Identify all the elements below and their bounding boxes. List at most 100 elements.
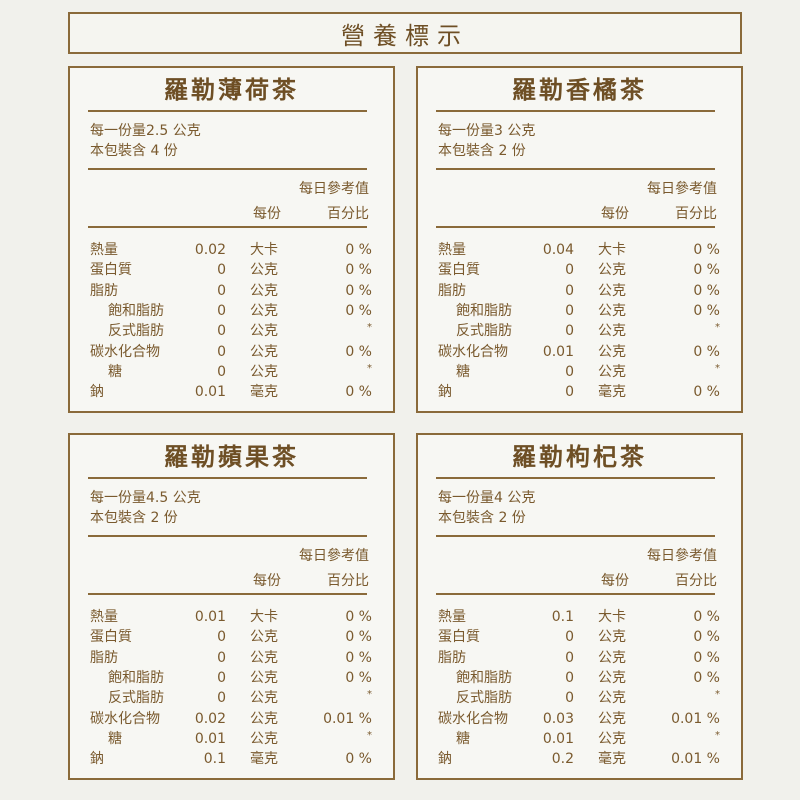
nutrient-name: 熱量 [438,609,466,625]
nutrient-row: 糖 0.01 公克 * [438,729,720,749]
nutrient-row: 反式脂肪 0 公克 * [438,688,720,708]
nutrient-name: 蛋白質 [90,629,132,646]
servings-per-package: 本包裝含 4 份 [90,143,178,159]
servings-per-package: 本包裝含 2 份 [438,510,526,526]
nutrient-unit: 公克 [598,302,626,319]
nutrient-unit: 公克 [250,710,278,727]
nutrient-amount: 0 [565,669,574,686]
nutrient-row: 反式脂肪 0 公克 * [438,321,720,341]
nutrient-amount: 0 [217,282,226,299]
nutrient-daily-percent: * [367,362,372,374]
nutrient-amount: 0 [565,282,574,299]
nutrient-unit: 公克 [598,690,626,707]
nutrient-name: 反式脂肪 [108,323,164,340]
nutrient-row: 脂肪 0 公克 0 % [438,648,720,668]
product-name: 羅勒蘋果茶 [164,443,299,471]
nutrient-unit: 大卡 [250,242,278,258]
nutrient-name: 鈉 [438,384,452,401]
divider [436,477,715,479]
nutrient-name: 熱量 [90,609,118,625]
nutrient-unit: 公克 [598,323,626,340]
nutrient-unit: 公克 [598,730,626,747]
nutrient-name: 熱量 [90,242,118,258]
nutrient-amount: 0.01 [542,343,574,360]
nutrient-daily-percent: 0 % [693,629,720,646]
nutrient-unit: 公克 [598,710,626,727]
nutrition-panel: 羅勒薄荷茶 每一份量2.5 公克 本包裝含 4 份每日參考值 每份 百分比 熱量 0.02 大… [68,66,395,413]
nutrient-amount: 0 [565,262,574,279]
nutrient-row: 反式脂肪 0 公克 * [90,321,372,341]
nutrient-amount: 0.01 [542,730,574,747]
nutrient-amount: 0.02 [194,242,226,258]
nutrient-unit: 公克 [250,730,278,747]
nutrient-unit: 公克 [598,649,626,666]
nutrient-unit: 公克 [598,669,626,686]
nutrient-daily-percent: 0 % [345,262,372,279]
nutrient-daily-percent: 0 % [345,629,372,646]
nutrient-row: 鈉 0 毫克 0 % [438,382,720,402]
nutrient-amount: 0 [217,302,226,319]
nutrient-amount: 0.2 [551,751,574,768]
nutrient-name: 反式脂肪 [456,323,512,340]
serving-size: 每一份量3 公克 [438,123,536,139]
divider [88,477,367,479]
nutrient-daily-percent: 0 % [345,282,372,299]
nutrient-name: 脂肪 [90,282,118,299]
nutrient-amount: 0.02 [194,710,226,727]
per-serving-header: 每份 [253,206,281,222]
nutrient-unit: 公克 [250,649,278,666]
nutrient-daily-percent: * [367,729,372,741]
nutrient-daily-percent: * [715,362,720,374]
percent-header: 百分比 [675,206,717,222]
nutrient-row: 熱量 0.01 大卡 0 % [90,607,372,627]
nutrient-row: 熱量 0.04 大卡 0 % [438,240,720,260]
nutrient-unit: 公克 [250,629,278,646]
page-title: 營養標示 [68,12,742,54]
nutrient-daily-percent: 0 % [693,282,720,299]
nutrient-name: 碳水化合物 [90,710,160,727]
nutrient-amount: 0 [565,690,574,707]
nutrient-row: 脂肪 0 公克 0 % [90,648,372,668]
nutrient-daily-percent: 0 % [693,384,720,401]
nutrient-unit: 公克 [598,363,626,380]
divider [88,226,367,228]
nutrient-name: 鈉 [90,384,104,401]
nutrient-row: 反式脂肪 0 公克 * [90,688,372,708]
nutrient-amount: 0 [217,629,226,646]
product-name: 羅勒薄荷茶 [164,76,299,104]
nutrient-name: 碳水化合物 [438,710,508,727]
nutrient-daily-percent: 0 % [345,242,372,258]
nutrient-name: 飽和脂肪 [456,669,512,686]
nutrient-name: 飽和脂肪 [108,669,164,686]
nutrient-row: 飽和脂肪 0 公克 0 % [438,301,720,321]
per-serving-header: 每份 [601,206,629,222]
nutrient-unit: 大卡 [598,609,626,625]
nutrient-daily-percent: 0 % [693,302,720,319]
nutrient-daily-percent: 0 % [693,669,720,686]
nutrient-row: 糖 0 公克 * [438,362,720,382]
nutrient-amount: 0 [217,669,226,686]
nutrient-daily-percent: 0 % [693,343,720,360]
nutrient-name: 反式脂肪 [456,690,512,707]
nutrient-row: 蛋白質 0 公克 0 % [438,260,720,280]
nutrient-name: 脂肪 [438,649,466,666]
nutrient-unit: 公克 [598,629,626,646]
nutrient-amount: 0.01 [194,609,226,625]
daily-value-header: 每日參考值 [299,548,369,564]
nutrient-daily-percent: * [715,729,720,741]
nutrient-row: 糖 0.01 公克 * [90,729,372,749]
product-name: 羅勒枸杞茶 [512,443,647,471]
nutrient-name: 鈉 [90,751,104,768]
nutrient-daily-percent: 0.01 % [671,710,720,727]
nutrient-unit: 公克 [598,343,626,360]
nutrient-unit: 公克 [250,282,278,299]
nutrient-amount: 0.04 [542,242,574,258]
nutrient-unit: 毫克 [598,751,626,768]
nutrient-unit: 毫克 [598,384,626,401]
nutrient-unit: 毫克 [250,751,278,768]
divider [436,110,715,112]
nutrient-amount: 0 [217,690,226,707]
nutrient-row: 鈉 0.1 毫克 0 % [90,749,372,769]
nutrient-unit: 公克 [598,262,626,279]
nutrient-unit: 公克 [250,323,278,340]
